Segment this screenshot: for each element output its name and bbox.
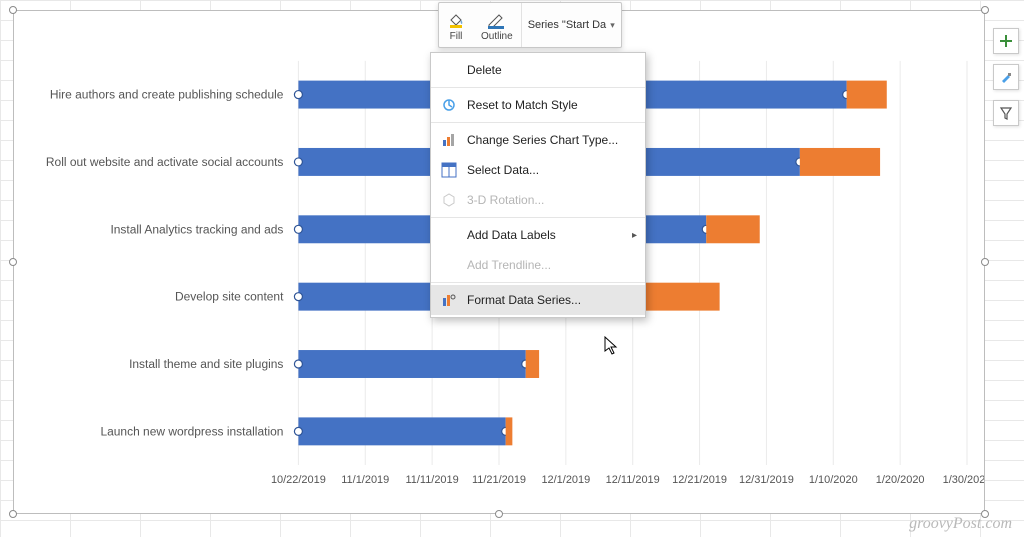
category-label: Roll out website and activate social acc… (46, 155, 284, 169)
menu-label: Delete (467, 63, 502, 77)
outline-button[interactable]: Outline (473, 3, 521, 47)
menu-3d-rotation: 3-D Rotation... (431, 185, 645, 215)
outline-label: Outline (481, 31, 513, 42)
menu-add-data-labels[interactable]: Add Data Labels ▸ (431, 220, 645, 250)
x-axis-tick-label: 11/1/2019 (341, 474, 389, 486)
cube-icon (439, 190, 459, 210)
watermark-text: groovyPost.com (909, 515, 1012, 533)
data-bar[interactable] (298, 350, 525, 378)
fill-button[interactable]: Fill (439, 3, 473, 47)
category-label: Develop site content (175, 290, 284, 304)
x-axis-tick-label: 12/11/2019 (606, 474, 660, 486)
x-axis-tick-label: 1/30/2020 (943, 474, 984, 486)
select-data-icon (439, 160, 459, 180)
x-axis-tick-label: 11/21/2019 (472, 474, 526, 486)
data-point-handle[interactable] (294, 158, 302, 166)
x-axis-tick-label: 12/31/2019 (739, 474, 794, 486)
menu-delete[interactable]: Delete (431, 55, 645, 85)
x-axis-tick-label: 12/1/2019 (541, 474, 590, 486)
chevron-down-icon: ▾ (610, 20, 615, 31)
x-axis-tick-label: 10/22/2019 (271, 474, 326, 486)
menu-separator (431, 87, 645, 88)
plus-icon (999, 34, 1013, 48)
blank-icon (439, 225, 459, 245)
x-axis-tick-label: 12/21/2019 (672, 474, 727, 486)
menu-label: Format Data Series... (467, 293, 581, 307)
pen-outline-icon (487, 10, 507, 30)
data-point-handle[interactable] (294, 225, 302, 233)
chart-styles-button[interactable] (993, 64, 1019, 90)
blank-icon (439, 60, 459, 80)
data-bar[interactable] (847, 81, 887, 109)
menu-separator (431, 217, 645, 218)
x-axis-tick-label: 1/10/2020 (809, 474, 858, 486)
menu-change-chart-type[interactable]: Change Series Chart Type... (431, 125, 645, 155)
menu-label: Select Data... (467, 163, 539, 177)
chart-type-icon (439, 130, 459, 150)
data-point-handle[interactable] (294, 427, 302, 435)
menu-format-data-series[interactable]: Format Data Series... (431, 285, 645, 315)
mini-toolbar: Fill Outline Series "Start Da ▾ (438, 2, 622, 48)
data-bar[interactable] (506, 417, 513, 445)
menu-label: Change Series Chart Type... (467, 133, 618, 147)
x-axis-tick-label: 1/20/2020 (876, 474, 925, 486)
data-point-handle[interactable] (294, 360, 302, 368)
data-bar[interactable] (298, 417, 505, 445)
paintbrush-icon (999, 70, 1013, 84)
chart-filters-button[interactable] (993, 100, 1019, 126)
data-bar[interactable] (526, 350, 539, 378)
blank-icon (439, 255, 459, 275)
data-point-handle[interactable] (294, 91, 302, 99)
paint-bucket-icon (447, 10, 465, 30)
category-label: Hire authors and create publishing sched… (50, 88, 284, 102)
format-series-icon (439, 290, 459, 310)
category-label: Install Analytics tracking and ads (110, 222, 283, 236)
series-selector-text: Series "Start Da (528, 19, 607, 31)
menu-add-trendline: Add Trendline... (431, 250, 645, 280)
menu-select-data[interactable]: Select Data... (431, 155, 645, 185)
category-label: Launch new wordpress installation (100, 424, 283, 438)
chevron-right-icon: ▸ (632, 230, 637, 241)
fill-label: Fill (450, 31, 463, 42)
menu-label: Reset to Match Style (467, 98, 578, 112)
menu-label: Add Trendline... (467, 258, 551, 272)
menu-label: Add Data Labels (467, 228, 556, 242)
x-axis-tick-label: 11/11/2019 (405, 474, 458, 486)
category-label: Install theme and site plugins (129, 357, 283, 371)
reset-icon (439, 95, 459, 115)
series-selector-dropdown[interactable]: Series "Start Da ▾ (522, 3, 621, 47)
context-menu: Delete Reset to Match Style Change Serie… (430, 52, 646, 318)
data-bar[interactable] (800, 148, 880, 176)
menu-separator (431, 122, 645, 123)
menu-label: 3-D Rotation... (467, 193, 544, 207)
menu-reset-style[interactable]: Reset to Match Style (431, 90, 645, 120)
data-bar[interactable] (706, 215, 759, 243)
data-point-handle[interactable] (294, 293, 302, 301)
menu-separator (431, 282, 645, 283)
chart-side-buttons (993, 28, 1019, 126)
funnel-icon (999, 106, 1013, 120)
chart-elements-button[interactable] (993, 28, 1019, 54)
